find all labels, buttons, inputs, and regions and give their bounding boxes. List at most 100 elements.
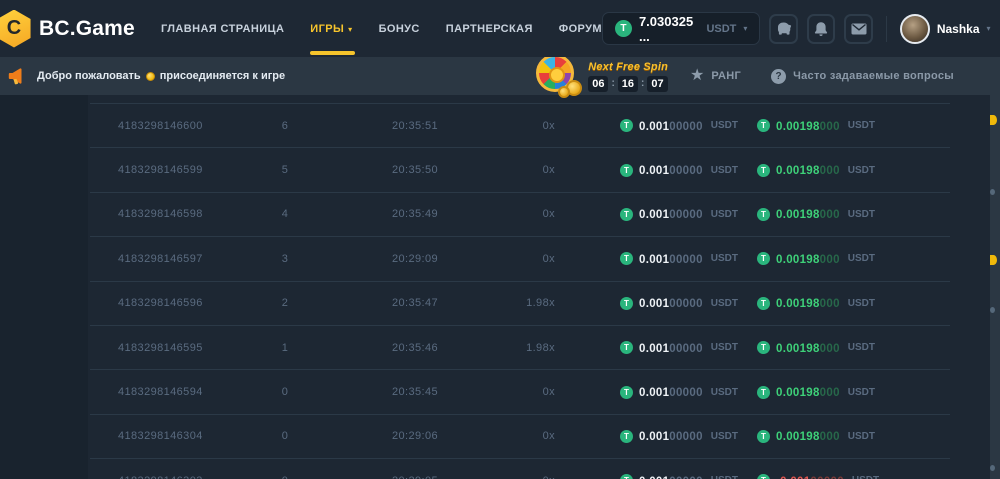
- nav-item-label: ГЛАВНАЯ СТРАНИЦА: [161, 23, 284, 35]
- profit-amount: T -0.00100000 USDT: [745, 472, 950, 479]
- tether-letter: T: [624, 299, 629, 308]
- notifications-button[interactable]: [807, 14, 835, 44]
- logo-letter: C: [7, 18, 21, 38]
- mail-icon: [851, 23, 867, 35]
- tether-icon: T: [615, 20, 632, 37]
- currency-label: USDT: [848, 387, 875, 398]
- balance-currency: USDT: [706, 23, 736, 35]
- profit-amount: T 0.00198000 USDT: [745, 205, 950, 223]
- nav-item-forum[interactable]: ФОРУМ: [559, 0, 602, 57]
- bet-amount: T 0.00100000 USDT: [555, 383, 745, 401]
- question-icon: ?: [771, 69, 786, 84]
- amount-zeros: 00000: [669, 121, 702, 133]
- balance-selector[interactable]: T 7.030325 ... USDT ▾: [602, 12, 760, 45]
- payout-multiplier: 0x: [500, 253, 555, 265]
- free-spin-wheel[interactable]: [534, 54, 586, 98]
- table-row[interactable]: 4183298146598 4 20:35:49 0x T 0.00100000…: [90, 192, 950, 236]
- nav-item-label: БОНУС: [379, 23, 420, 35]
- logo-hexagon-icon: C: [0, 10, 32, 48]
- bet-time: 20:35:47: [330, 297, 500, 309]
- bet-id: 4183298146598: [90, 208, 240, 220]
- tether-letter: T: [624, 166, 629, 175]
- amount-zeros: 000: [820, 343, 840, 355]
- tether-icon: T: [757, 119, 770, 132]
- profit-amount: T 0.00198000 USDT: [745, 294, 950, 312]
- amount-main: 0.001: [639, 165, 669, 177]
- timer-hours: 06: [588, 76, 608, 92]
- tether-icon: T: [757, 208, 770, 221]
- coin-icon: [558, 86, 570, 98]
- currency-label: USDT: [711, 475, 738, 479]
- amount-main: 0.00198: [776, 387, 820, 399]
- table-row[interactable]: 4183298146599 5 20:35:50 0x T 0.00100000…: [90, 147, 950, 191]
- bet-time: 20:35:49: [330, 208, 500, 220]
- dot-fragment-icon: [990, 307, 995, 313]
- currency-label: USDT: [711, 120, 738, 131]
- amount-main: 0.00198: [776, 209, 820, 221]
- nav-item-bonus[interactable]: БОНУС: [379, 0, 420, 57]
- ticker-suffix: присоединяется к игре: [160, 70, 285, 82]
- bet-id: 4183298146304: [90, 430, 240, 442]
- currency-label: USDT: [711, 298, 738, 309]
- faq-button[interactable]: ? Часто задаваемые вопросы: [771, 69, 954, 84]
- tether-letter: T: [761, 299, 766, 308]
- tether-icon: T: [620, 164, 633, 177]
- table-row[interactable]: 4183298146600 6 20:35:51 0x T 0.00100000…: [90, 103, 950, 147]
- tether-icon: T: [620, 119, 633, 132]
- tether-icon: T: [757, 430, 770, 443]
- tether-letter: T: [620, 23, 626, 34]
- amount-main: 0.001: [639, 254, 669, 266]
- ticker-prefix: Добро пожаловать: [37, 70, 141, 82]
- table-row[interactable]: 4183298146597 3 20:29:09 0x T 0.00100000…: [90, 236, 950, 280]
- rank-button[interactable]: ★ РАНГ: [690, 68, 741, 84]
- round-number: 0: [240, 430, 330, 442]
- rank-label: РАНГ: [711, 70, 741, 82]
- payout-multiplier: 0x: [500, 475, 555, 479]
- payout-multiplier: 0x: [500, 430, 555, 442]
- currency-label: USDT: [848, 120, 875, 131]
- amount-main: 0.001: [639, 298, 669, 310]
- round-number: 0: [240, 475, 330, 479]
- tether-letter: T: [761, 210, 766, 219]
- payout-multiplier: 0x: [500, 386, 555, 398]
- tether-icon: T: [620, 474, 633, 479]
- round-number: 2: [240, 297, 330, 309]
- currency-label: USDT: [848, 209, 875, 220]
- chat-sidebar-sliver[interactable]: [990, 57, 1000, 479]
- table-row[interactable]: 4183298146304 0 20:29:06 0x T 0.00100000…: [90, 414, 950, 458]
- amount-main: 0.00198: [776, 431, 820, 443]
- table-row[interactable]: 4183298146594 0 20:35:45 0x T 0.00100000…: [90, 369, 950, 413]
- nav-item-games[interactable]: ИГРЫ ▾: [310, 0, 352, 57]
- tether-icon: T: [620, 208, 633, 221]
- table-row[interactable]: 4183298146303 0 20:29:05 0x T 0.00100000…: [90, 458, 950, 479]
- tether-icon: T: [757, 252, 770, 265]
- next-free-spin[interactable]: Next Free Spin 06 : 16 : 07: [588, 61, 668, 92]
- emoji-fragment-icon: [990, 115, 997, 125]
- balance-amount: 7.030325 ...: [639, 14, 700, 44]
- bet-id: 4183298146597: [90, 253, 240, 265]
- table-row[interactable]: 4183298146595 1 20:35:46 1.98x T 0.00100…: [90, 325, 950, 369]
- bet-amount: T 0.00100000 USDT: [555, 427, 745, 445]
- header-divider: [886, 16, 887, 42]
- amount-zeros: 000: [820, 121, 840, 133]
- tether-icon: T: [620, 297, 633, 310]
- bc-game-logo[interactable]: C BC.Game: [2, 10, 135, 48]
- tether-letter: T: [761, 343, 766, 352]
- amount-zeros: 00000: [669, 343, 702, 355]
- nav-item-home[interactable]: ГЛАВНАЯ СТРАНИЦА: [161, 0, 284, 57]
- left-gutter: [0, 95, 88, 479]
- vault-button[interactable]: [769, 14, 797, 44]
- payout-multiplier: 0x: [500, 208, 555, 220]
- user-menu[interactable]: Nashka ▾: [900, 14, 991, 44]
- payout-multiplier: 0x: [500, 164, 555, 176]
- amount-main: 0.00198: [776, 254, 820, 266]
- amount-zeros: 00000: [669, 431, 702, 443]
- payout-multiplier: 1.98x: [500, 342, 555, 354]
- messages-button[interactable]: [844, 14, 872, 44]
- nav-item-affiliate[interactable]: ПАРТНЕРСКАЯ: [446, 0, 533, 57]
- amount-zeros: 00000: [669, 165, 702, 177]
- amount-zeros: 00000: [669, 209, 702, 221]
- tether-letter: T: [761, 166, 766, 175]
- table-row[interactable]: 4183298146596 2 20:35:47 1.98x T 0.00100…: [90, 281, 950, 325]
- amount-main: 0.001: [639, 121, 669, 133]
